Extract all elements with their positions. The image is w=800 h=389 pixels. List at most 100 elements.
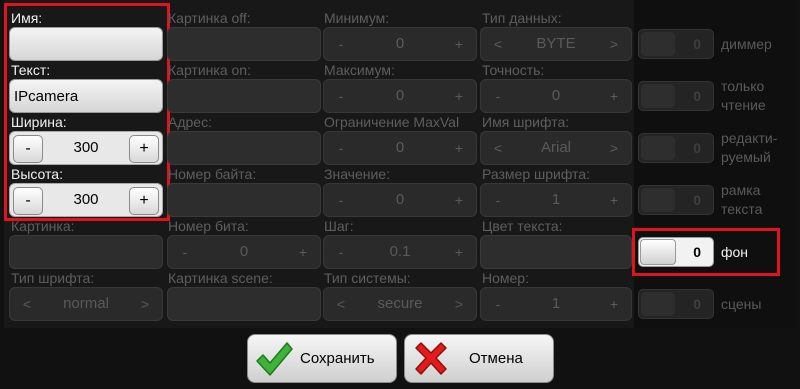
number-value: 1 bbox=[551, 295, 561, 312]
data-type-label: Тип данных: bbox=[482, 10, 562, 26]
number-stepper[interactable]: - 1 + bbox=[480, 287, 632, 321]
picture-off-field[interactable] bbox=[167, 27, 321, 61]
font-name-value: Arial bbox=[540, 139, 571, 156]
readonly-toggle[interactable]: 0 bbox=[638, 81, 714, 111]
text-frame-toggle-value: 0 bbox=[693, 192, 701, 208]
precision-decrement-button[interactable]: - bbox=[484, 83, 512, 109]
limit-maxval-stepper[interactable]: - 0 + bbox=[323, 131, 477, 165]
number-increment-button[interactable]: + bbox=[600, 291, 628, 317]
text-frame-toggle[interactable]: 0 bbox=[638, 185, 714, 215]
save-button[interactable]: Сохранить bbox=[247, 334, 397, 383]
precision-label: Точность: bbox=[482, 62, 545, 78]
scenes-toggle-value: 0 bbox=[693, 296, 701, 312]
picture-field[interactable] bbox=[9, 235, 163, 269]
data-type-next-button[interactable]: > bbox=[600, 31, 628, 57]
value-increment-button[interactable]: + bbox=[445, 187, 473, 213]
step-decrement-button[interactable]: - bbox=[327, 239, 355, 265]
value-decrement-button[interactable]: - bbox=[327, 187, 355, 213]
checkmark-icon bbox=[256, 342, 293, 376]
bit-number-stepper[interactable]: - 0 + bbox=[167, 235, 321, 269]
system-type-value: secure bbox=[377, 295, 423, 312]
text-color-label: Цвет текста: bbox=[482, 218, 563, 234]
editable-label-line1: редакти- bbox=[721, 130, 778, 146]
bit-number-value: 0 bbox=[239, 243, 249, 260]
byte-number-label: Номер байта: bbox=[168, 166, 257, 182]
limit-maxval-decrement-button[interactable]: - bbox=[327, 135, 355, 161]
precision-stepper[interactable]: - 0 + bbox=[480, 79, 632, 113]
minimum-increment-button[interactable]: + bbox=[445, 31, 473, 57]
value-label: Значение: bbox=[324, 166, 390, 182]
editable-label-line2: руемый bbox=[721, 149, 771, 165]
picture-scene-field[interactable] bbox=[167, 287, 321, 321]
bit-number-increment-button[interactable]: + bbox=[289, 239, 317, 265]
dimmer-toggle-value: 0 bbox=[693, 36, 701, 52]
readonly-toggle-knob bbox=[641, 84, 675, 108]
cross-icon bbox=[415, 342, 447, 375]
maximum-label: Максимум: bbox=[324, 62, 395, 78]
step-label: Шаг: bbox=[324, 218, 354, 234]
system-type-label: Тип системы: bbox=[324, 270, 411, 286]
save-button-label: Сохранить bbox=[300, 350, 375, 367]
address-field[interactable] bbox=[167, 131, 321, 165]
maximum-increment-button[interactable]: + bbox=[445, 83, 473, 109]
scenes-toggle-knob bbox=[641, 292, 675, 316]
limit-maxval-increment-button[interactable]: + bbox=[445, 135, 473, 161]
scenes-label: сцены bbox=[721, 296, 762, 312]
font-type-label: Тип шрифта: bbox=[11, 270, 95, 286]
step-stepper[interactable]: - 0.1 + bbox=[323, 235, 477, 269]
font-name-label: Имя шрифта: bbox=[482, 114, 570, 130]
number-decrement-button[interactable]: - bbox=[484, 291, 512, 317]
font-type-selector[interactable]: < normal > bbox=[9, 287, 163, 321]
font-size-value: 1 bbox=[551, 191, 561, 208]
limit-maxval-label: Ограничение MaxVal bbox=[324, 114, 460, 130]
dimmer-toggle-knob bbox=[641, 32, 675, 56]
minimum-stepper[interactable]: - 0 + bbox=[323, 27, 477, 61]
maximum-stepper[interactable]: - 0 + bbox=[323, 79, 477, 113]
bit-number-label: Номер бита: bbox=[168, 218, 249, 234]
text-frame-toggle-knob bbox=[641, 188, 675, 212]
system-type-selector[interactable]: < secure > bbox=[323, 287, 477, 321]
precision-increment-button[interactable]: + bbox=[600, 83, 628, 109]
text-color-field[interactable] bbox=[480, 235, 632, 269]
picture-label: Картинка: bbox=[11, 218, 75, 234]
font-name-selector[interactable]: < Arial > bbox=[480, 131, 632, 165]
font-name-prev-button[interactable]: < bbox=[484, 135, 512, 161]
picture-on-label: Картинка on: bbox=[168, 62, 251, 78]
font-type-prev-button[interactable]: < bbox=[13, 291, 41, 317]
picture-on-field[interactable] bbox=[167, 79, 321, 113]
number-label: Номер: bbox=[482, 270, 529, 286]
step-increment-button[interactable]: + bbox=[445, 239, 473, 265]
editable-toggle[interactable]: 0 bbox=[638, 133, 714, 163]
system-type-next-button[interactable]: > bbox=[445, 291, 473, 317]
scenes-toggle[interactable]: 0 bbox=[638, 289, 714, 319]
data-type-selector[interactable]: < BYTE > bbox=[480, 27, 632, 61]
byte-number-field[interactable] bbox=[167, 183, 321, 217]
value-stepper[interactable]: - 0 + bbox=[323, 183, 477, 217]
cancel-button-label: Отмена bbox=[469, 350, 523, 367]
font-size-stepper[interactable]: - 1 + bbox=[480, 183, 632, 217]
readonly-label-line1: только bbox=[721, 78, 765, 94]
editable-toggle-knob bbox=[641, 136, 675, 160]
data-type-prev-button[interactable]: < bbox=[484, 31, 512, 57]
readonly-label-line2: чтение bbox=[721, 97, 766, 113]
font-type-next-button[interactable]: > bbox=[131, 291, 159, 317]
dimmer-toggle[interactable]: 0 bbox=[638, 29, 714, 59]
font-size-decrement-button[interactable]: - bbox=[484, 187, 512, 213]
cancel-button[interactable]: Отмена bbox=[404, 334, 554, 383]
precision-value: 0 bbox=[551, 87, 561, 104]
font-name-next-button[interactable]: > bbox=[600, 135, 628, 161]
bit-number-decrement-button[interactable]: - bbox=[171, 239, 199, 265]
minimum-decrement-button[interactable]: - bbox=[327, 31, 355, 57]
address-label: Адрес: bbox=[168, 114, 212, 130]
data-type-value: BYTE bbox=[536, 35, 576, 52]
limit-maxval-value: 0 bbox=[395, 139, 405, 156]
font-type-value: normal bbox=[63, 295, 109, 312]
editable-toggle-value: 0 bbox=[693, 140, 701, 156]
picture-off-label: Картинка off: bbox=[168, 10, 251, 26]
minimum-value: 0 bbox=[395, 35, 405, 52]
maximum-decrement-button[interactable]: - bbox=[327, 83, 355, 109]
minimum-label: Минимум: bbox=[324, 10, 390, 26]
font-size-increment-button[interactable]: + bbox=[600, 187, 628, 213]
dimmer-label: диммер bbox=[721, 36, 772, 52]
system-type-prev-button[interactable]: < bbox=[327, 291, 355, 317]
